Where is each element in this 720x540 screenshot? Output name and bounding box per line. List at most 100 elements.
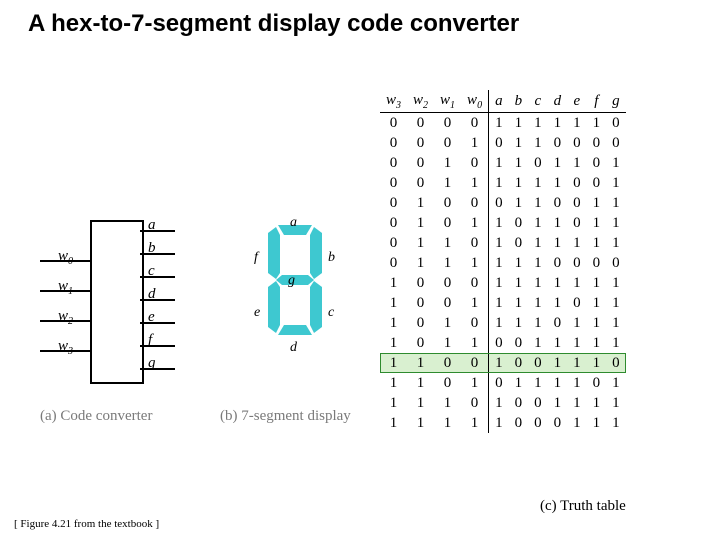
cell: 1 [489,293,509,313]
table-row: 00010110000 [380,133,626,153]
table-row: 10101110111 [380,313,626,333]
cell: 1 [434,393,461,413]
seven-segment-icon [268,225,322,340]
cell: 1 [461,213,489,233]
cell: 1 [567,153,587,173]
cell: 1 [587,333,607,353]
cell: 0 [528,393,548,413]
cell: 0 [461,273,489,293]
segment-label-f: f [254,250,258,266]
wire-out-e [140,322,175,324]
cell: 0 [587,133,607,153]
cell: 1 [380,333,407,353]
col-header: a [489,90,509,113]
cell: 1 [489,393,509,413]
cell: 1 [587,273,607,293]
truth-table: w3w2w1w0abcdefg 000011111100001011000000… [380,90,626,433]
cell: 1 [567,413,587,433]
cell: 1 [434,173,461,193]
converter-box [90,220,144,384]
cell: 1 [489,313,509,333]
cell: 1 [587,193,607,213]
cell: 1 [407,213,434,233]
cell: 0 [528,413,548,433]
cell: 1 [509,293,529,313]
output-label-e: e [148,309,155,326]
cell: 0 [434,113,461,134]
cell: 0 [567,213,587,233]
caption-a: (a) Code converter [40,408,152,425]
cell: 0 [528,153,548,173]
cell: 0 [407,113,434,134]
cell: 1 [407,413,434,433]
cell: 1 [407,353,434,373]
cell: 0 [461,153,489,173]
cell: 1 [606,193,626,213]
cell: 1 [407,253,434,273]
cell: 0 [380,113,407,134]
output-label-g: g [148,355,156,372]
cell: 0 [509,233,529,253]
cell: 0 [509,213,529,233]
cell: 0 [380,193,407,213]
col-header: f [587,90,607,113]
cell: 1 [407,193,434,213]
cell: 1 [528,233,548,253]
cell: 1 [567,373,587,393]
page-title: A hex-to-7-segment display code converte… [28,10,519,38]
cell: 1 [606,413,626,433]
wire-out-g [140,368,175,370]
cell: 0 [461,353,489,373]
cell: 1 [380,293,407,313]
cell: 1 [567,313,587,333]
cell: 1 [434,233,461,253]
cell: 1 [380,353,407,373]
output-label-c: c [148,263,155,280]
cell: 1 [509,273,529,293]
cell: 0 [380,153,407,173]
cell: 1 [606,233,626,253]
cell: 1 [489,153,509,173]
col-header: b [509,90,529,113]
table-row: 01111110000 [380,253,626,273]
caption-c: (c) Truth table [540,498,626,515]
cell: 0 [489,333,509,353]
cell: 1 [489,273,509,293]
cell: 1 [489,113,509,134]
cell: 1 [567,353,587,373]
cell: 1 [509,193,529,213]
cell: 1 [528,133,548,153]
cell: 1 [489,173,509,193]
table-row: 01011011011 [380,213,626,233]
cell: 1 [548,173,568,193]
cell: 1 [548,293,568,313]
table-row: 00111111001 [380,173,626,193]
input-label-w0: w0 [58,248,73,267]
cell: 1 [567,333,587,353]
cell: 0 [509,413,529,433]
wire-out-b [140,253,175,255]
cell: 0 [434,133,461,153]
cell: 1 [606,153,626,173]
cell: 0 [407,273,434,293]
cell: 0 [606,113,626,134]
cell: 1 [434,413,461,433]
cell: 0 [407,133,434,153]
cell: 1 [587,313,607,333]
cell: 1 [509,313,529,333]
cell: 1 [528,333,548,353]
cell: 0 [434,193,461,213]
cell: 1 [606,393,626,413]
cell: 1 [461,133,489,153]
cell: 0 [434,373,461,393]
output-label-d: d [148,286,156,303]
cell: 1 [606,173,626,193]
cell: 1 [407,393,434,413]
col-header: w0 [461,90,489,113]
col-header: w2 [407,90,434,113]
cell: 1 [587,213,607,233]
cell: 0 [380,253,407,273]
cell: 1 [548,393,568,413]
cell: 0 [509,353,529,373]
cell: 0 [434,273,461,293]
